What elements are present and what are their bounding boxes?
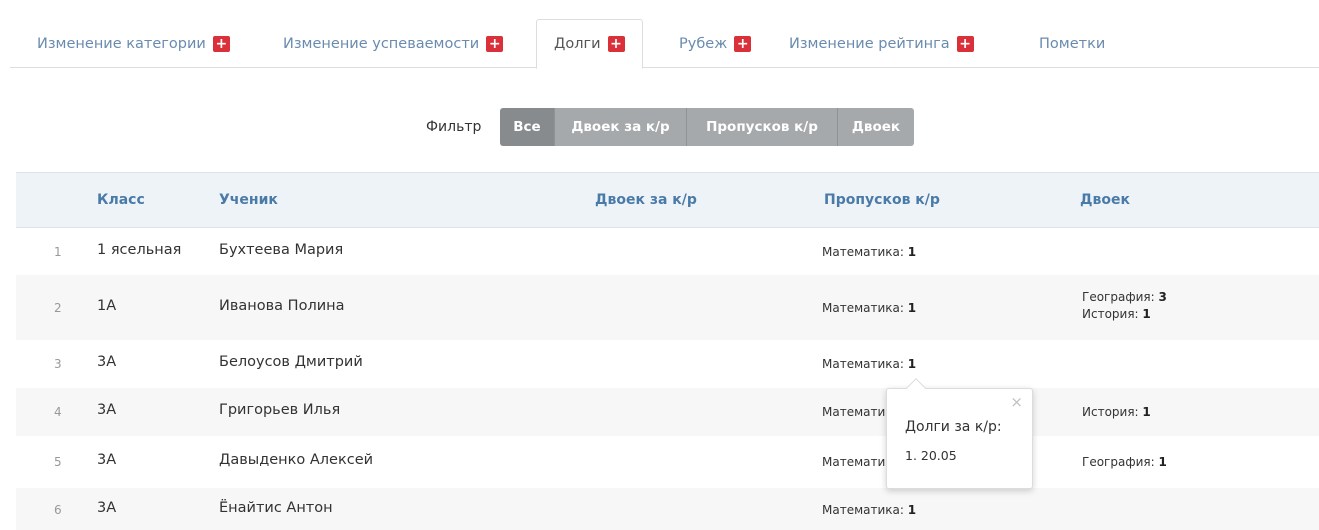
filter-label: Фильтр: [426, 119, 482, 135]
filter-missed-tests-button[interactable]: Пропусков к/р: [687, 108, 838, 146]
table-row: 1 1 ясельная Бухтеева Мария Математика: …: [16, 228, 1319, 275]
table-row: 6 3А Ёнайтис Антон Математика: 1: [16, 488, 1319, 530]
filter-button-group: Все Двоек за к/р Пропусков к/р Двоек: [500, 108, 914, 146]
column-header-student[interactable]: Ученик: [219, 192, 278, 208]
add-icon[interactable]: +: [486, 35, 504, 52]
row-number: 4: [54, 405, 62, 419]
class-cell: 3А: [97, 452, 117, 468]
row-number: 5: [54, 455, 62, 469]
table-row: 3 3А Белоусов Дмитрий Математика: 1: [16, 340, 1319, 388]
missed-test-entry[interactable]: Математика: 1: [822, 356, 916, 373]
popover-item: 1. 20.05: [905, 448, 957, 463]
close-icon[interactable]: ×: [1010, 395, 1023, 410]
table-row: 2 1А Иванова Полина Математика: 1 Геогра…: [16, 275, 1319, 340]
tab-label: Рубеж: [679, 35, 728, 52]
table-row: 5 3А Давыденко Алексей Математи Географи…: [16, 436, 1319, 488]
column-header-missed-tests[interactable]: Пропусков к/р: [824, 192, 940, 208]
tab-performance-change[interactable]: Изменение успеваемости +: [283, 19, 504, 68]
class-cell: 3А: [97, 354, 117, 370]
tab-label: Изменение успеваемости: [283, 35, 480, 52]
twos-entry[interactable]: История: 1: [1082, 306, 1151, 323]
column-header-test-twos[interactable]: Двоек за к/р: [595, 192, 697, 208]
tab-milestone[interactable]: Рубеж +: [679, 19, 752, 68]
tab-rating-change[interactable]: Изменение рейтинга +: [789, 19, 974, 68]
row-number: 1: [54, 245, 62, 259]
column-header-class[interactable]: Класс: [97, 192, 145, 208]
class-cell: 3А: [97, 500, 117, 516]
debts-popover: × Долги за к/р: 1. 20.05: [886, 378, 1033, 489]
row-number: 3: [54, 357, 62, 371]
student-link[interactable]: Бухтеева Мария: [219, 242, 343, 258]
missed-test-entry[interactable]: Математи: [822, 404, 885, 421]
missed-test-entry[interactable]: Математика: 1: [822, 300, 916, 317]
popover-title: Долги за к/р:: [905, 419, 1002, 435]
tab-bar: Изменение категории + Изменение успеваем…: [10, 19, 1319, 69]
row-number: 6: [54, 503, 62, 517]
class-cell: 3А: [97, 402, 117, 418]
twos-entry[interactable]: География: 1: [1082, 454, 1167, 471]
tab-label: Долги: [554, 36, 601, 52]
student-link[interactable]: Давыденко Алексей: [219, 452, 373, 468]
filter-all-button[interactable]: Все: [500, 108, 555, 146]
student-link[interactable]: Иванова Полина: [219, 298, 345, 314]
add-icon[interactable]: +: [734, 35, 752, 52]
table-row: 4 3А Григорьев Илья Математи История: 1: [16, 388, 1319, 436]
table-header: Класс Ученик Двоек за к/р Пропусков к/р …: [16, 172, 1319, 228]
twos-entry[interactable]: История: 1: [1082, 404, 1151, 421]
class-cell: 1А: [97, 298, 117, 314]
column-header-twos[interactable]: Двоек: [1080, 192, 1130, 208]
missed-test-entry[interactable]: Математика: 1: [822, 502, 916, 519]
tab-label: Пометки: [1039, 35, 1106, 52]
tab-label: Изменение категории: [37, 35, 206, 52]
student-link[interactable]: Григорьев Илья: [219, 402, 340, 418]
missed-test-entry[interactable]: Математи: [822, 454, 885, 471]
student-link[interactable]: Ёнайтис Антон: [219, 500, 333, 516]
missed-test-entry[interactable]: Математика: 1: [822, 244, 916, 261]
filter-twos-tests-button[interactable]: Двоек за к/р: [555, 108, 687, 146]
add-icon[interactable]: +: [956, 35, 974, 52]
tab-debts[interactable]: Долги +: [536, 19, 643, 69]
row-number: 2: [54, 301, 62, 315]
filter-twos-button[interactable]: Двоек: [838, 108, 914, 146]
add-icon[interactable]: +: [607, 36, 625, 52]
tab-category-change[interactable]: Изменение категории +: [37, 19, 230, 68]
tab-label: Изменение рейтинга: [789, 35, 950, 52]
tab-notes[interactable]: Пометки: [1039, 19, 1105, 68]
student-link[interactable]: Белоусов Дмитрий: [219, 354, 363, 370]
class-cell: 1 ясельная: [97, 242, 182, 258]
twos-entry[interactable]: География: 3: [1082, 289, 1167, 306]
add-icon[interactable]: +: [212, 35, 230, 52]
